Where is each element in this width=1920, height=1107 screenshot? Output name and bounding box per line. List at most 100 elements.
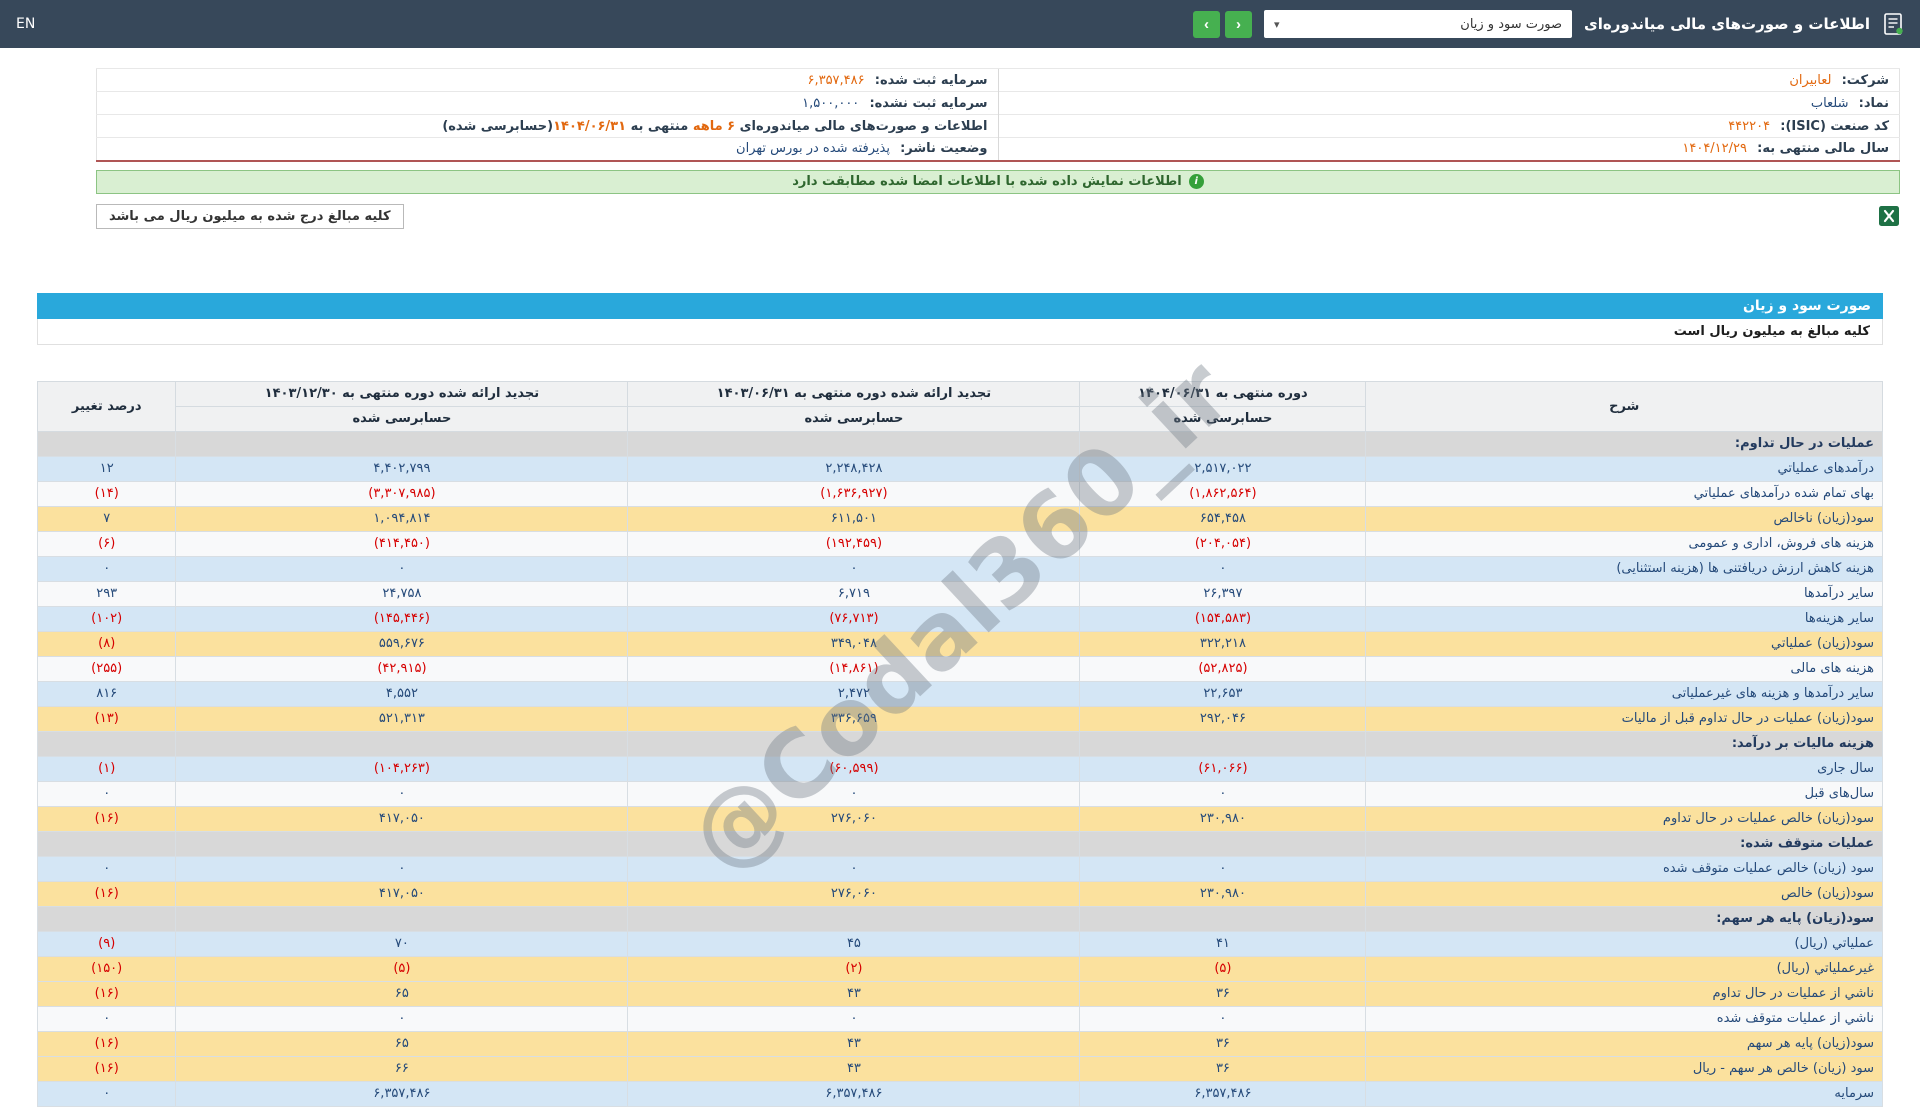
table-row: سال‌های قبل ۰ ۰ ۰ ۰ bbox=[36, 780, 1883, 807]
row-value: ۰ bbox=[36, 1005, 177, 1032]
row-value bbox=[1079, 830, 1367, 857]
report-icon bbox=[1882, 12, 1904, 36]
table-row: سایر درآمدها و هزینه های غیرعملیاتی ۲۲,۶۵… bbox=[36, 680, 1883, 707]
col-header-period-3: تجدید ارائه شده دوره منتهی به ۱۴۰۳/۱۲/۳۰ bbox=[175, 380, 629, 407]
language-en-link[interactable]: EN bbox=[16, 16, 35, 32]
pl-table-body: عملیات در حال تداوم: درآمدهای عملیاتي ۲,۵۱… bbox=[36, 430, 1883, 1107]
row-value: ۰ bbox=[627, 780, 1081, 807]
row-value bbox=[1079, 730, 1367, 757]
table-row: عملیاتي (ریال) ۴۱ ۴۵ ۷۰ (۹) bbox=[36, 930, 1883, 957]
row-value: ۱,۰۹۴,۸۱۴ bbox=[175, 505, 629, 532]
table-row: سود(زیان) ناخالص ۶۵۴,۴۵۸ ۶۱۱,۵۰۱ ۱,۰۹۴,۸۱۴ ۷ bbox=[36, 505, 1883, 532]
row-value: ۰ bbox=[1079, 555, 1367, 582]
row-value: (۱۶) bbox=[36, 980, 177, 1007]
table-row: سرمایه ۶,۳۵۷,۴۸۶ ۶,۳۵۷,۴۸۶ ۶,۳۵۷,۴۸۶ ۰ bbox=[36, 1080, 1883, 1107]
row-value: ۲۴,۷۵۸ bbox=[175, 580, 629, 607]
chevron-down-icon: ▾ bbox=[1274, 17, 1280, 31]
row-value: (۴۲,۹۱۵) bbox=[175, 655, 629, 682]
row-value: ۰ bbox=[36, 1080, 177, 1107]
row-value: (۱۶) bbox=[36, 1055, 177, 1082]
row-value: ۲,۴۷۲ bbox=[627, 680, 1081, 707]
row-value: ۷۰ bbox=[175, 930, 629, 957]
nav-next-button[interactable]: › bbox=[1225, 10, 1253, 38]
row-value: ۳۳۶,۶۵۹ bbox=[627, 705, 1081, 732]
row-value: (۹) bbox=[36, 930, 177, 957]
row-label: هزینه های فروش، اداری و عمومی bbox=[1365, 530, 1883, 557]
row-value bbox=[175, 730, 629, 757]
row-value bbox=[175, 830, 629, 857]
row-value: (۶۰,۵۹۹) bbox=[627, 755, 1081, 782]
isic-value: ۴۴۲۲۰۴ bbox=[1728, 118, 1771, 134]
isic-label: کد صنعت (ISIC): bbox=[1780, 118, 1889, 134]
row-value: ۴,۵۵۲ bbox=[175, 680, 629, 707]
page: { "topbar": { "title": "اطلاعات و صورت‌ه… bbox=[0, 0, 1920, 1107]
row-label: سود(زیان) پایه هر سهم: bbox=[1365, 905, 1883, 932]
row-label: سایر هزینه‌ها bbox=[1365, 605, 1883, 632]
page-title: اطلاعات و صورت‌های مالی میاندوره‌ای bbox=[1584, 15, 1870, 33]
unregistered-capital-value: ۱,۵۰۰,۰۰۰ bbox=[802, 95, 860, 111]
signature-match-banner: i اطلاعات نمایش داده شده با اطلاعات امضا… bbox=[96, 169, 1900, 194]
pl-table-wrap: @Codal360_ir شرح دوره منتهی به ۱۴۰۴/۰۶/۳… bbox=[36, 339, 1883, 1107]
row-value: ۴۱۷,۰۵۰ bbox=[175, 805, 629, 832]
table-row: ناشي از عملیات متوقف شده ۰ ۰ ۰ ۰ bbox=[36, 1005, 1883, 1032]
company-name-link[interactable]: لعابیران bbox=[1789, 73, 1831, 88]
row-label: سود(زیان) خالص bbox=[1365, 880, 1883, 907]
row-value bbox=[627, 430, 1081, 457]
row-value: ۰ bbox=[175, 855, 629, 882]
row-value: ۲۲,۶۵۳ bbox=[1079, 680, 1367, 707]
row-value: ۰ bbox=[175, 1005, 629, 1032]
row-label: سایر درآمدها bbox=[1365, 580, 1883, 607]
section-row: هزینه مالیات بر درآمد: bbox=[36, 730, 1883, 757]
row-value: (۱۶) bbox=[36, 1030, 177, 1057]
row-value: ۰ bbox=[36, 780, 177, 807]
row-value: ۱۲ bbox=[36, 455, 177, 482]
row-value: (۷۶,۷۱۳) bbox=[627, 605, 1081, 632]
col-header-change-pct: درصد تغییر bbox=[36, 380, 177, 432]
symbol-label: نماد: bbox=[1858, 95, 1889, 111]
statement-type-select[interactable]: صورت سود و زیان ▾ bbox=[1264, 10, 1573, 38]
pl-table: شرح دوره منتهی به ۱۴۰۴/۰۶/۳۱ تجدید ارائه… bbox=[36, 380, 1883, 1107]
row-value: (۱) bbox=[36, 755, 177, 782]
period-note-text: اطلاعات و صورت‌های مالی میاندوره‌ای bbox=[735, 118, 988, 134]
row-label: درآمدهای عملیاتي bbox=[1365, 455, 1883, 482]
topbar: اطلاعات و صورت‌های مالی میاندوره‌ای صورت… bbox=[0, 0, 1920, 48]
row-value: (۱۶) bbox=[36, 805, 177, 832]
row-value bbox=[36, 430, 177, 457]
row-value: (۸) bbox=[36, 630, 177, 657]
row-value: ۶۵ bbox=[175, 1030, 629, 1057]
nav-prev-button[interactable]: ‹ bbox=[1193, 10, 1221, 38]
issuer-status-label: وضعیت ناشر: bbox=[900, 141, 988, 157]
row-value: ۰ bbox=[1079, 780, 1367, 807]
row-value: ۲۹۳ bbox=[36, 580, 177, 607]
audited-subheader: حسابرسی شده bbox=[175, 405, 629, 432]
row-value: ۸۱۶ bbox=[36, 680, 177, 707]
table-row: سال جاری (۶۱,۰۶۶) (۶۰,۵۹۹) (۱۰۴,۲۶۳) (۱) bbox=[36, 755, 1883, 782]
company-row: کد صنعت (ISIC): ۴۴۲۲۰۴ اطلاعات و صورت‌ها… bbox=[96, 114, 1900, 138]
row-value: ۲۹۲,۰۴۶ bbox=[1079, 705, 1367, 732]
row-value: (۱۰۲) bbox=[36, 605, 177, 632]
row-value: ۵۲۱,۳۱۳ bbox=[175, 705, 629, 732]
row-value: ۴,۴۰۲,۷۹۹ bbox=[175, 455, 629, 482]
table-row: سود(زیان) پایه هر سهم ۳۶ ۴۳ ۶۵ (۱۶) bbox=[36, 1030, 1883, 1057]
row-value: (۱۳) bbox=[36, 705, 177, 732]
row-label: عملیات متوقف شده: bbox=[1365, 830, 1883, 857]
table-row: سود(زیان) عملیات در حال تداوم قبل از مال… bbox=[36, 705, 1883, 732]
row-label: سود(زیان) عملیاتي bbox=[1365, 630, 1883, 657]
row-value: (۶۱,۰۶۶) bbox=[1079, 755, 1367, 782]
table-row: هزینه کاهش ارزش دریافتنی ها (هزینه استثن… bbox=[36, 555, 1883, 582]
row-value: ۳۶ bbox=[1079, 1030, 1367, 1057]
statement-title-bar: صورت سود و زیان bbox=[37, 292, 1883, 319]
row-label: ناشي از عملیات در حال تداوم bbox=[1365, 980, 1883, 1007]
signature-match-text: اطلاعات نمایش داده شده با اطلاعات امضا ش… bbox=[792, 174, 1182, 189]
row-label: عملیات در حال تداوم: bbox=[1365, 430, 1883, 457]
row-value bbox=[1079, 905, 1367, 932]
row-value: ۵۵۹,۶۷۶ bbox=[175, 630, 629, 657]
excel-export-icon[interactable] bbox=[1878, 205, 1900, 227]
row-value: (۵) bbox=[1079, 955, 1367, 982]
issuer-status-value: پذیرفته شده در بورس تهران bbox=[736, 141, 890, 157]
row-label: سود (زیان) خالص هر سهم - ریال bbox=[1365, 1055, 1883, 1082]
row-value: (۶) bbox=[36, 530, 177, 557]
topbar-right-group: اطلاعات و صورت‌های مالی میاندوره‌ای صورت… bbox=[1193, 10, 1904, 38]
row-value: (۱۵۴,۵۸۳) bbox=[1079, 605, 1367, 632]
row-value: ۲,۵۱۷,۰۲۲ bbox=[1079, 455, 1367, 482]
